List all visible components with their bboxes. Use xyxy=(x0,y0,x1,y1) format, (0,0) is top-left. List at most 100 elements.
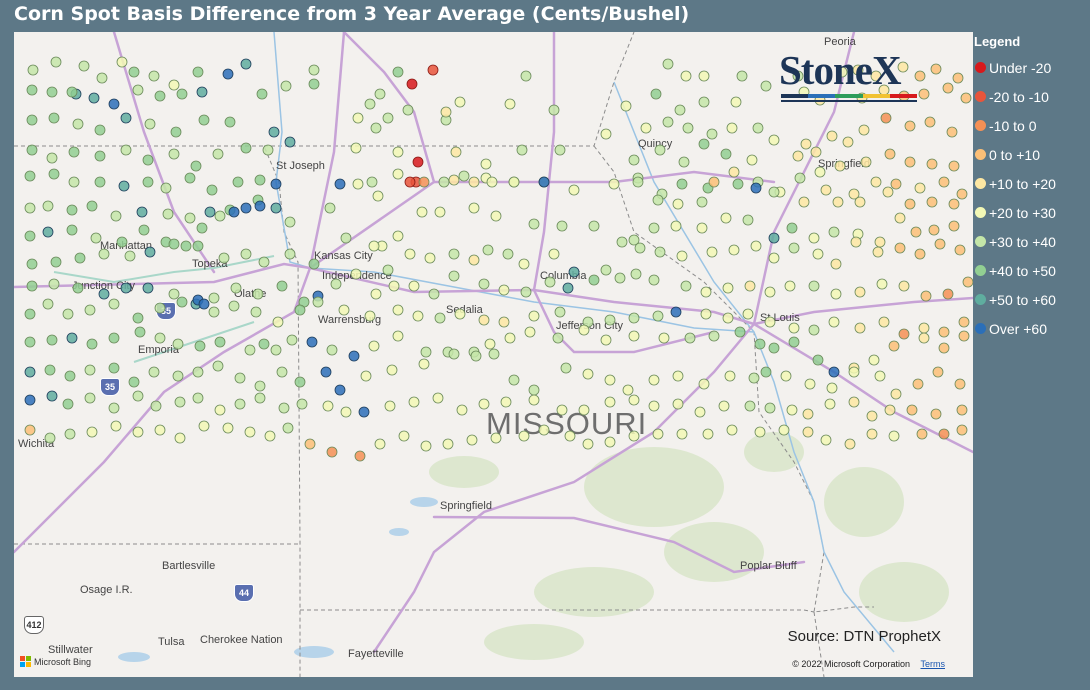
station-dot[interactable] xyxy=(194,340,206,352)
station-dot[interactable] xyxy=(66,224,78,236)
station-dot[interactable] xyxy=(520,70,532,82)
station-dot[interactable] xyxy=(72,118,84,130)
station-dot[interactable] xyxy=(68,146,80,158)
station-dot[interactable] xyxy=(898,328,910,340)
station-dot[interactable] xyxy=(374,438,386,450)
station-dot[interactable] xyxy=(600,334,612,346)
station-dot[interactable] xyxy=(24,366,36,378)
station-dot[interactable] xyxy=(448,174,460,186)
station-dot[interactable] xyxy=(588,274,600,286)
station-dot[interactable] xyxy=(24,394,36,406)
station-dot[interactable] xyxy=(398,430,410,442)
station-dot[interactable] xyxy=(508,176,520,188)
station-dot[interactable] xyxy=(724,370,736,382)
station-dot[interactable] xyxy=(448,248,460,260)
station-dot[interactable] xyxy=(890,178,902,190)
station-dot[interactable] xyxy=(27,64,39,76)
station-dot[interactable] xyxy=(420,440,432,452)
station-dot[interactable] xyxy=(904,156,916,168)
station-dot[interactable] xyxy=(308,64,320,76)
station-dot[interactable] xyxy=(132,426,144,438)
station-dot[interactable] xyxy=(698,70,710,82)
station-dot[interactable] xyxy=(108,332,120,344)
station-dot[interactable] xyxy=(720,148,732,160)
station-dot[interactable] xyxy=(488,348,500,360)
station-dot[interactable] xyxy=(942,288,954,300)
station-dot[interactable] xyxy=(86,200,98,212)
station-dot[interactable] xyxy=(168,148,180,160)
station-dot[interactable] xyxy=(820,184,832,196)
station-dot[interactable] xyxy=(648,400,660,412)
station-dot[interactable] xyxy=(670,220,682,232)
station-dot[interactable] xyxy=(212,148,224,160)
station-dot[interactable] xyxy=(258,338,270,350)
station-dot[interactable] xyxy=(418,358,430,370)
station-dot[interactable] xyxy=(952,72,964,84)
station-dot[interactable] xyxy=(860,156,872,168)
station-dot[interactable] xyxy=(352,178,364,190)
station-dot[interactable] xyxy=(364,310,376,322)
station-dot[interactable] xyxy=(604,374,616,386)
station-dot[interactable] xyxy=(184,212,196,224)
station-dot[interactable] xyxy=(174,396,186,408)
station-dot[interactable] xyxy=(268,126,280,138)
station-dot[interactable] xyxy=(142,282,154,294)
station-dot[interactable] xyxy=(808,232,820,244)
station-dot[interactable] xyxy=(768,232,780,244)
station-dot[interactable] xyxy=(780,370,792,382)
station-dot[interactable] xyxy=(418,176,430,188)
station-dot[interactable] xyxy=(192,392,204,404)
station-dot[interactable] xyxy=(706,128,718,140)
station-dot[interactable] xyxy=(680,70,692,82)
station-dot[interactable] xyxy=(628,330,640,342)
station-dot[interactable] xyxy=(482,244,494,256)
station-dot[interactable] xyxy=(208,306,220,318)
station-dot[interactable] xyxy=(672,198,684,210)
station-dot[interactable] xyxy=(926,158,938,170)
station-dot[interactable] xyxy=(562,282,574,294)
station-dot[interactable] xyxy=(458,170,470,182)
station-dot[interactable] xyxy=(730,96,742,108)
station-dot[interactable] xyxy=(438,176,450,188)
station-dot[interactable] xyxy=(696,222,708,234)
station-dot[interactable] xyxy=(72,282,84,294)
station-dot[interactable] xyxy=(604,314,616,326)
station-dot[interactable] xyxy=(938,176,950,188)
station-dot[interactable] xyxy=(906,404,918,416)
station-dot[interactable] xyxy=(748,372,760,384)
station-dot[interactable] xyxy=(600,128,612,140)
station-dot[interactable] xyxy=(392,146,404,158)
station-dot[interactable] xyxy=(198,114,210,126)
station-dot[interactable] xyxy=(622,384,634,396)
station-dot[interactable] xyxy=(700,308,712,320)
station-dot[interactable] xyxy=(706,246,718,258)
station-dot[interactable] xyxy=(628,394,640,406)
station-dot[interactable] xyxy=(254,380,266,392)
station-dot[interactable] xyxy=(132,390,144,402)
station-dot[interactable] xyxy=(64,370,76,382)
station-dot[interactable] xyxy=(24,308,36,320)
station-dot[interactable] xyxy=(628,154,640,166)
station-dot[interactable] xyxy=(162,208,174,220)
station-dot[interactable] xyxy=(728,166,740,178)
station-dot[interactable] xyxy=(788,336,800,348)
station-dot[interactable] xyxy=(198,298,210,310)
station-dot[interactable] xyxy=(648,274,660,286)
station-dot[interactable] xyxy=(44,364,56,376)
station-dot[interactable] xyxy=(814,166,826,178)
station-dot[interactable] xyxy=(280,80,292,92)
station-dot[interactable] xyxy=(170,126,182,138)
station-dot[interactable] xyxy=(94,124,106,136)
station-dot[interactable] xyxy=(278,402,290,414)
station-dot[interactable] xyxy=(26,144,38,156)
station-dot[interactable] xyxy=(938,342,950,354)
station-dot[interactable] xyxy=(86,426,98,438)
station-dot[interactable] xyxy=(786,404,798,416)
station-dot[interactable] xyxy=(234,372,246,384)
station-dot[interactable] xyxy=(754,426,766,438)
station-dot[interactable] xyxy=(50,256,62,268)
station-dot[interactable] xyxy=(958,330,970,342)
station-dot[interactable] xyxy=(884,404,896,416)
station-dot[interactable] xyxy=(696,196,708,208)
station-dot[interactable] xyxy=(578,404,590,416)
